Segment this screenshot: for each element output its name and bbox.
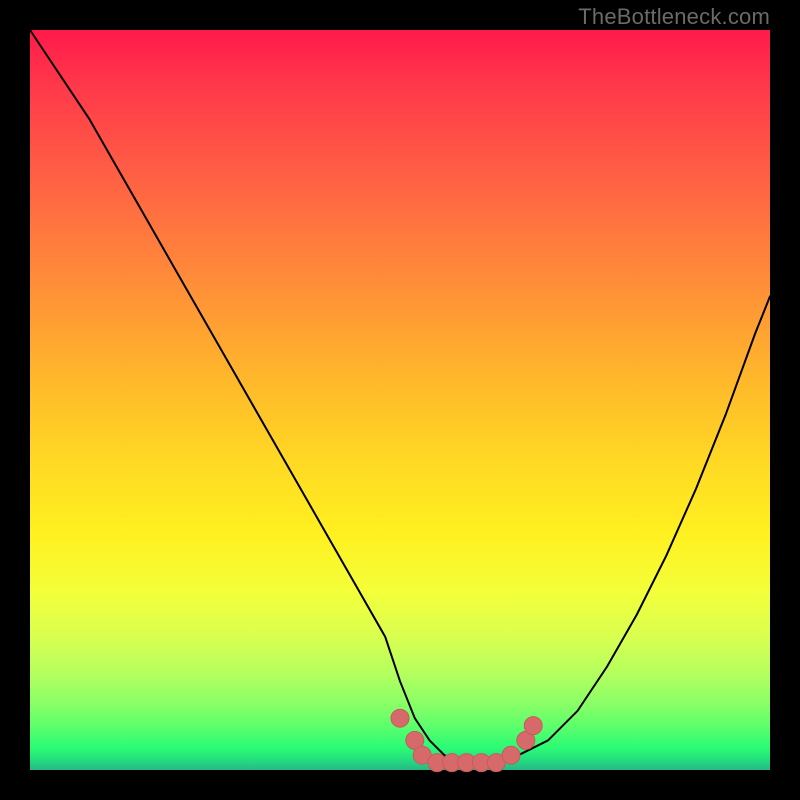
curve-svg xyxy=(30,30,770,770)
marker-dot xyxy=(524,717,542,735)
watermark-text: TheBottleneck.com xyxy=(578,4,770,30)
chart-frame: TheBottleneck.com xyxy=(0,0,800,800)
marker-dots xyxy=(391,709,542,771)
plot-area xyxy=(30,30,770,770)
bottleneck-curve xyxy=(30,30,770,763)
marker-dot xyxy=(502,746,520,764)
marker-dot xyxy=(391,709,409,727)
